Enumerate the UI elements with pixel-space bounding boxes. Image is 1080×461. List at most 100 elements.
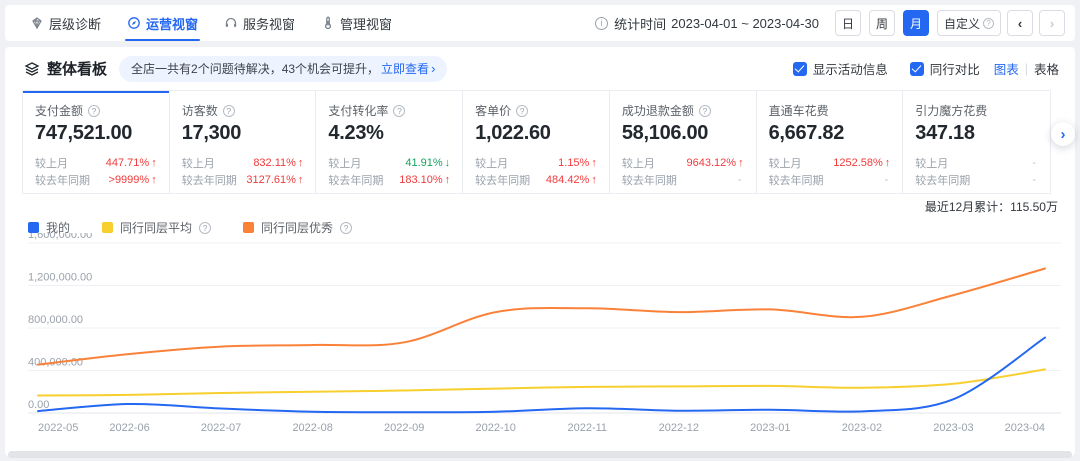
period-day-button[interactable]: 日 [835, 10, 861, 36]
tab-level-diagnosis[interactable]: 层级诊断 [30, 5, 101, 41]
trend-value: - [1032, 157, 1038, 169]
stat-time-label: 统计时间 [614, 14, 666, 33]
tab-label: 层级诊断 [49, 14, 101, 33]
svg-text:0.00: 0.00 [28, 399, 49, 411]
view-tabs: 层级诊断 运营视窗 服务视窗 管理视窗 [30, 5, 392, 41]
view-now-link[interactable]: 立即查看 [381, 60, 429, 77]
trend-value: - [738, 174, 744, 186]
trend-value: >9999%↑ [109, 174, 157, 186]
card-value: 17,300 [182, 122, 304, 145]
show-activity-checkbox-group: 显示活动信息 [793, 59, 888, 78]
show-activity-checkbox[interactable] [793, 62, 807, 76]
metric-card-payment-amount[interactable]: 支付金额? 747,521.00 较上月447.71%↑ 较去年同期>9999%… [23, 91, 170, 193]
gem-icon [30, 16, 44, 30]
tab-label: 运营视窗 [146, 14, 198, 33]
tab-label: 服务视窗 [243, 14, 295, 33]
tab-management-view[interactable]: 管理视窗 [321, 5, 392, 41]
info-icon[interactable]: i [595, 17, 608, 30]
chart-table-toggle: 图表 | 表格 [994, 59, 1059, 78]
svg-text:1,600,000.00: 1,600,000.00 [28, 233, 92, 241]
svg-text:2022-05: 2022-05 [38, 422, 78, 434]
peer-compare-checkbox-group: 同行对比 [910, 59, 980, 78]
tab-service-view[interactable]: 服务视窗 [224, 5, 295, 41]
stat-time-controls: i 统计时间 2023-04-01 ~ 2023-04-30 日 周 月 自定义… [595, 10, 1065, 36]
period-week-button[interactable]: 周 [869, 10, 895, 36]
svg-text:2022-07: 2022-07 [201, 422, 241, 434]
tab-operation-view[interactable]: 运营视窗 [127, 5, 198, 41]
board-controls: 显示活动信息 同行对比 图表 | 表格 [771, 59, 1059, 78]
trend-arrow-icon: ↑ [298, 157, 304, 169]
legend-swatch [243, 222, 254, 233]
question-circle-icon[interactable]: ? [699, 105, 711, 117]
metric-cards-row: 支付金额? 747,521.00 较上月447.71%↑ 较去年同期>9999%… [22, 90, 1051, 194]
next-period-button[interactable]: › [1039, 10, 1065, 36]
metric-card-ztc-cost[interactable]: 直通车花费? 6,667.82 较上月1252.58%↑ 较去年同期- [757, 91, 904, 193]
trend-value: 484.42%↑ [546, 174, 597, 186]
peer-compare-label: 同行对比 [930, 59, 980, 78]
card-value: 6,667.82 [769, 122, 891, 145]
trend-line-chart: 0.00400,000.00800,000.001,200,000.001,60… [5, 233, 1075, 445]
stat-time-range: 2023-04-01 ~ 2023-04-30 [671, 16, 819, 31]
dashboard-page: 层级诊断 运营视窗 服务视窗 管理视窗 i [0, 0, 1080, 461]
tab-label: 管理视窗 [340, 14, 392, 33]
view-table-option[interactable]: 表格 [1034, 59, 1059, 78]
show-activity-label: 显示活动信息 [813, 59, 888, 78]
trend-arrow-icon: ↑ [151, 174, 157, 186]
question-circle-icon: ? [983, 18, 994, 29]
alert-text: 全店一共有2个问题待解决，43个机会可提升， [131, 60, 379, 77]
question-circle-icon[interactable]: ? [199, 222, 211, 234]
trend-arrow-icon: ↓ [445, 157, 451, 169]
card-title: 访客数 [182, 102, 218, 119]
top-nav-bar: 层级诊断 运营视窗 服务视窗 管理视窗 i [5, 5, 1075, 41]
trend-value: 3127.61%↑ [246, 174, 303, 186]
card-value: 4.23% [328, 122, 450, 145]
card-title: 支付转化率 [328, 102, 388, 119]
card-title: 引力魔方花费 [915, 102, 987, 119]
trend-value: 1.15%↑ [558, 157, 597, 169]
trend-arrow-icon: ↑ [151, 157, 157, 169]
trend-arrow-icon: ↑ [445, 174, 451, 186]
legend-swatch [28, 222, 39, 233]
svg-text:2023-03: 2023-03 [933, 422, 973, 434]
svg-text:2022-06: 2022-06 [109, 422, 149, 434]
metric-card-avg-order-value[interactable]: 客单价? 1,022.60 较上月1.15%↑ 较去年同期484.42%↑ [463, 91, 610, 193]
question-circle-icon[interactable]: ? [223, 105, 235, 117]
question-circle-icon[interactable]: ? [516, 105, 528, 117]
card-value: 1,022.60 [475, 122, 597, 145]
thermometer-icon [321, 16, 335, 30]
board-title: 整体看板 [47, 58, 107, 79]
svg-text:2022-10: 2022-10 [476, 422, 516, 434]
period-month-button[interactable]: 月 [903, 10, 929, 36]
peer-compare-checkbox[interactable] [910, 62, 924, 76]
toggle-divider: | [1025, 62, 1028, 76]
cards-scroll-right-button[interactable]: › [1051, 122, 1075, 146]
card-title: 成功退款金额 [622, 102, 694, 119]
metric-card-visitors[interactable]: 访客数? 17,300 较上月832.11%↑ 较去年同期3127.61%↑ [170, 91, 317, 193]
trend-arrow-icon: ↑ [591, 174, 597, 186]
horizontal-scrollbar[interactable] [8, 451, 1072, 458]
metric-card-ylmf-cost[interactable]: 引力魔方花费? 347.18 较上月- 较去年同期- [903, 91, 1050, 193]
question-circle-icon[interactable]: ? [340, 222, 352, 234]
question-circle-icon[interactable]: ? [88, 105, 100, 117]
prev-period-button[interactable]: ‹ [1007, 10, 1033, 36]
trend-value: 9643.12%↑ [687, 157, 744, 169]
question-circle-icon[interactable]: ? [393, 105, 405, 117]
trend-value: 1252.58%↑ [833, 157, 890, 169]
card-value: 58,106.00 [622, 122, 744, 145]
legend-swatch [102, 222, 113, 233]
overview-panel: 整体看板 全店一共有2个问题待解决，43个机会可提升， 立即查看 › 显示活动信… [5, 47, 1075, 456]
headset-icon [224, 16, 238, 30]
svg-text:2022-11: 2022-11 [567, 422, 607, 434]
issues-alert-pill: 全店一共有2个问题待解决，43个机会可提升， 立即查看 › [119, 56, 447, 82]
view-chart-option[interactable]: 图表 [994, 59, 1019, 78]
trend-value: 832.11%↑ [253, 157, 303, 169]
svg-text:2022-08: 2022-08 [292, 422, 332, 434]
trend-value: - [1032, 174, 1038, 186]
trend-value: 183.10%↑ [399, 174, 450, 186]
period-custom-button[interactable]: 自定义 ? [937, 10, 1001, 36]
svg-text:2022-09: 2022-09 [384, 422, 424, 434]
svg-text:1,200,000.00: 1,200,000.00 [28, 272, 92, 284]
metric-card-refund-amount[interactable]: 成功退款金额? 58,106.00 较上月9643.12%↑ 较去年同期- [610, 91, 757, 193]
svg-text:2022-12: 2022-12 [659, 422, 699, 434]
metric-card-conversion-rate[interactable]: 支付转化率? 4.23% 较上月41.91%↓ 较去年同期183.10%↑ [316, 91, 463, 193]
